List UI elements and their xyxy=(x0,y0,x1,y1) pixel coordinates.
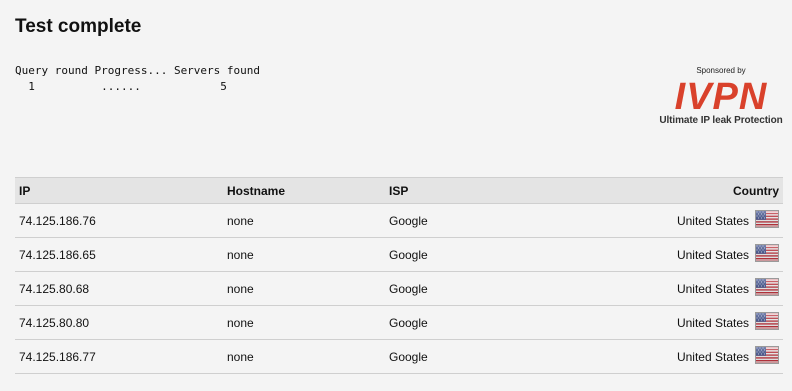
servers-table: IP Hostname ISP Country 74.125.186.76 no… xyxy=(15,177,783,374)
column-header-ip: IP xyxy=(15,177,223,204)
country-cell: United States xyxy=(613,271,783,306)
country-name: United States xyxy=(676,213,749,228)
table-row: 74.125.80.68 none Google United States xyxy=(15,271,783,306)
country-name: United States xyxy=(676,281,749,296)
us-flag-icon xyxy=(755,210,779,231)
ip-cell: 74.125.80.80 xyxy=(15,305,223,340)
country-name: United States xyxy=(676,247,749,262)
country-cell: United States xyxy=(613,203,783,238)
ip-cell: 74.125.186.76 xyxy=(15,203,223,238)
progress-header: Query round Progress... Servers found xyxy=(15,64,261,77)
us-flag-icon xyxy=(755,244,779,265)
us-flag-icon xyxy=(755,312,779,333)
sponsor-caption: Sponsored by xyxy=(696,66,746,75)
isp-cell: Google xyxy=(385,339,613,374)
isp-cell: Google xyxy=(385,305,613,340)
table-row: 74.125.80.80 none Google United States xyxy=(15,305,783,340)
column-header-hostname: Hostname xyxy=(223,177,385,204)
country-cell: United States xyxy=(613,237,783,272)
hostname-cell: none xyxy=(223,271,385,306)
country-cell: United States xyxy=(613,339,783,374)
ip-cell: 74.125.186.77 xyxy=(15,339,223,374)
table-header-row: IP Hostname ISP Country xyxy=(15,177,783,204)
table-row: 74.125.186.77 none Google United States xyxy=(15,339,783,374)
us-flag-icon xyxy=(755,346,779,367)
query-progress: Query round Progress... Servers found 1 … xyxy=(15,63,260,95)
table-row: 74.125.186.76 none Google United States xyxy=(15,203,783,238)
dns-leak-test-page: Test complete Query round Progress... Se… xyxy=(0,0,792,391)
us-flag-icon xyxy=(755,278,779,299)
isp-cell: Google xyxy=(385,237,613,272)
progress-row: 1 ...... 5 xyxy=(15,80,227,93)
ip-cell: 74.125.186.65 xyxy=(15,237,223,272)
ivpn-logo[interactable]: IVPN xyxy=(668,78,774,112)
isp-cell: Google xyxy=(385,203,613,238)
table-row: 74.125.186.65 none Google United States xyxy=(15,237,783,272)
hostname-cell: none xyxy=(223,305,385,340)
sponsor-block[interactable]: Sponsored by IVPN Ultimate IP leak Prote… xyxy=(658,66,784,126)
hostname-cell: none xyxy=(223,203,385,238)
column-header-isp: ISP xyxy=(385,177,613,204)
country-cell: United States xyxy=(613,305,783,340)
hostname-cell: none xyxy=(223,339,385,374)
column-header-country: Country xyxy=(613,177,783,204)
isp-cell: Google xyxy=(385,271,613,306)
page-title: Test complete xyxy=(15,16,142,37)
country-name: United States xyxy=(676,349,749,364)
ip-cell: 74.125.80.68 xyxy=(15,271,223,306)
sponsor-tagline: Ultimate IP leak Protection xyxy=(659,115,783,126)
ivpn-logo-text: IVPN xyxy=(675,78,768,112)
country-name: United States xyxy=(676,315,749,330)
hostname-cell: none xyxy=(223,237,385,272)
